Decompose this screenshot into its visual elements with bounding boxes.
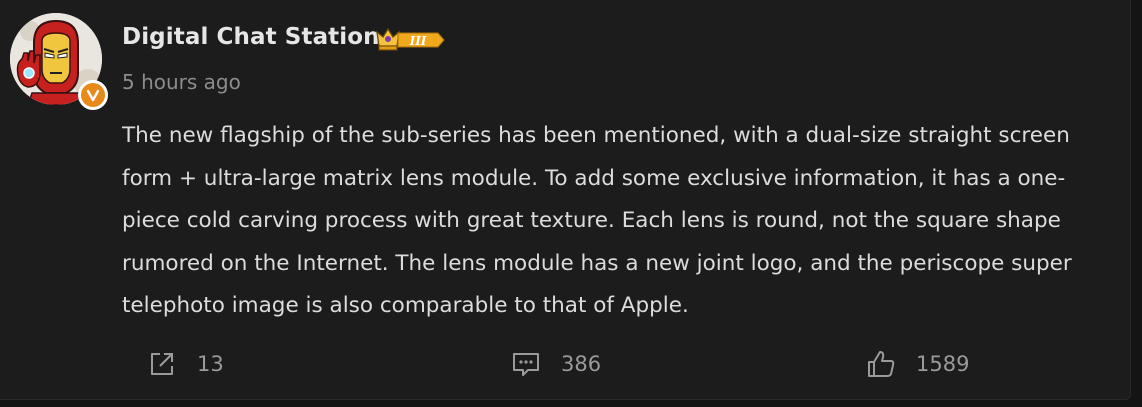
comment-count: 386 (561, 352, 602, 376)
share-icon (151, 353, 173, 375)
post-card: Digital Chat Station III 5 hours ago The… (0, 0, 1131, 400)
like-count: 1589 (916, 352, 970, 376)
rank-badge: III (376, 26, 446, 56)
thumbs-up-icon (868, 351, 895, 377)
verified-check-icon (86, 89, 100, 102)
post-body: The new flagship of the sub-series has b… (122, 123, 1072, 318)
share-count: 13 (197, 352, 224, 376)
comment-button[interactable]: 386 (511, 346, 601, 382)
comment-icon (513, 353, 539, 376)
like-button[interactable]: 1589 (866, 346, 969, 382)
share-button[interactable]: 13 (147, 346, 224, 382)
author-name[interactable]: Digital Chat Station (122, 24, 380, 50)
rank-badge-text: III (409, 34, 427, 48)
verified-badge (78, 80, 108, 110)
post-timestamp: 5 hours ago (122, 70, 241, 94)
author-avatar-wrapper[interactable] (10, 13, 108, 110)
crown-rank-icon: III (376, 27, 445, 51)
